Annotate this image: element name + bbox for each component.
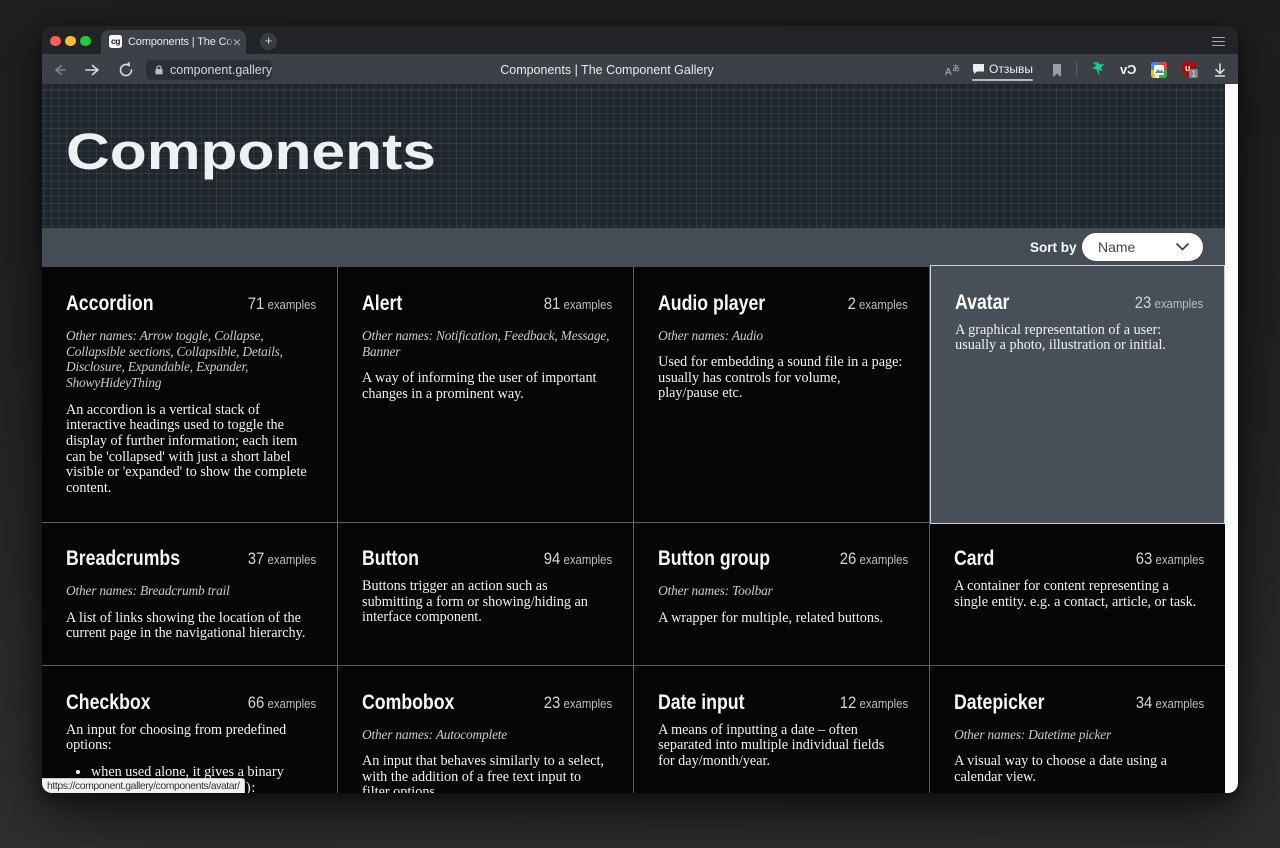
svg-text:あ: あ bbox=[952, 64, 960, 73]
svg-text:A: A bbox=[945, 67, 952, 78]
svg-text:1: 1 bbox=[1192, 70, 1197, 79]
